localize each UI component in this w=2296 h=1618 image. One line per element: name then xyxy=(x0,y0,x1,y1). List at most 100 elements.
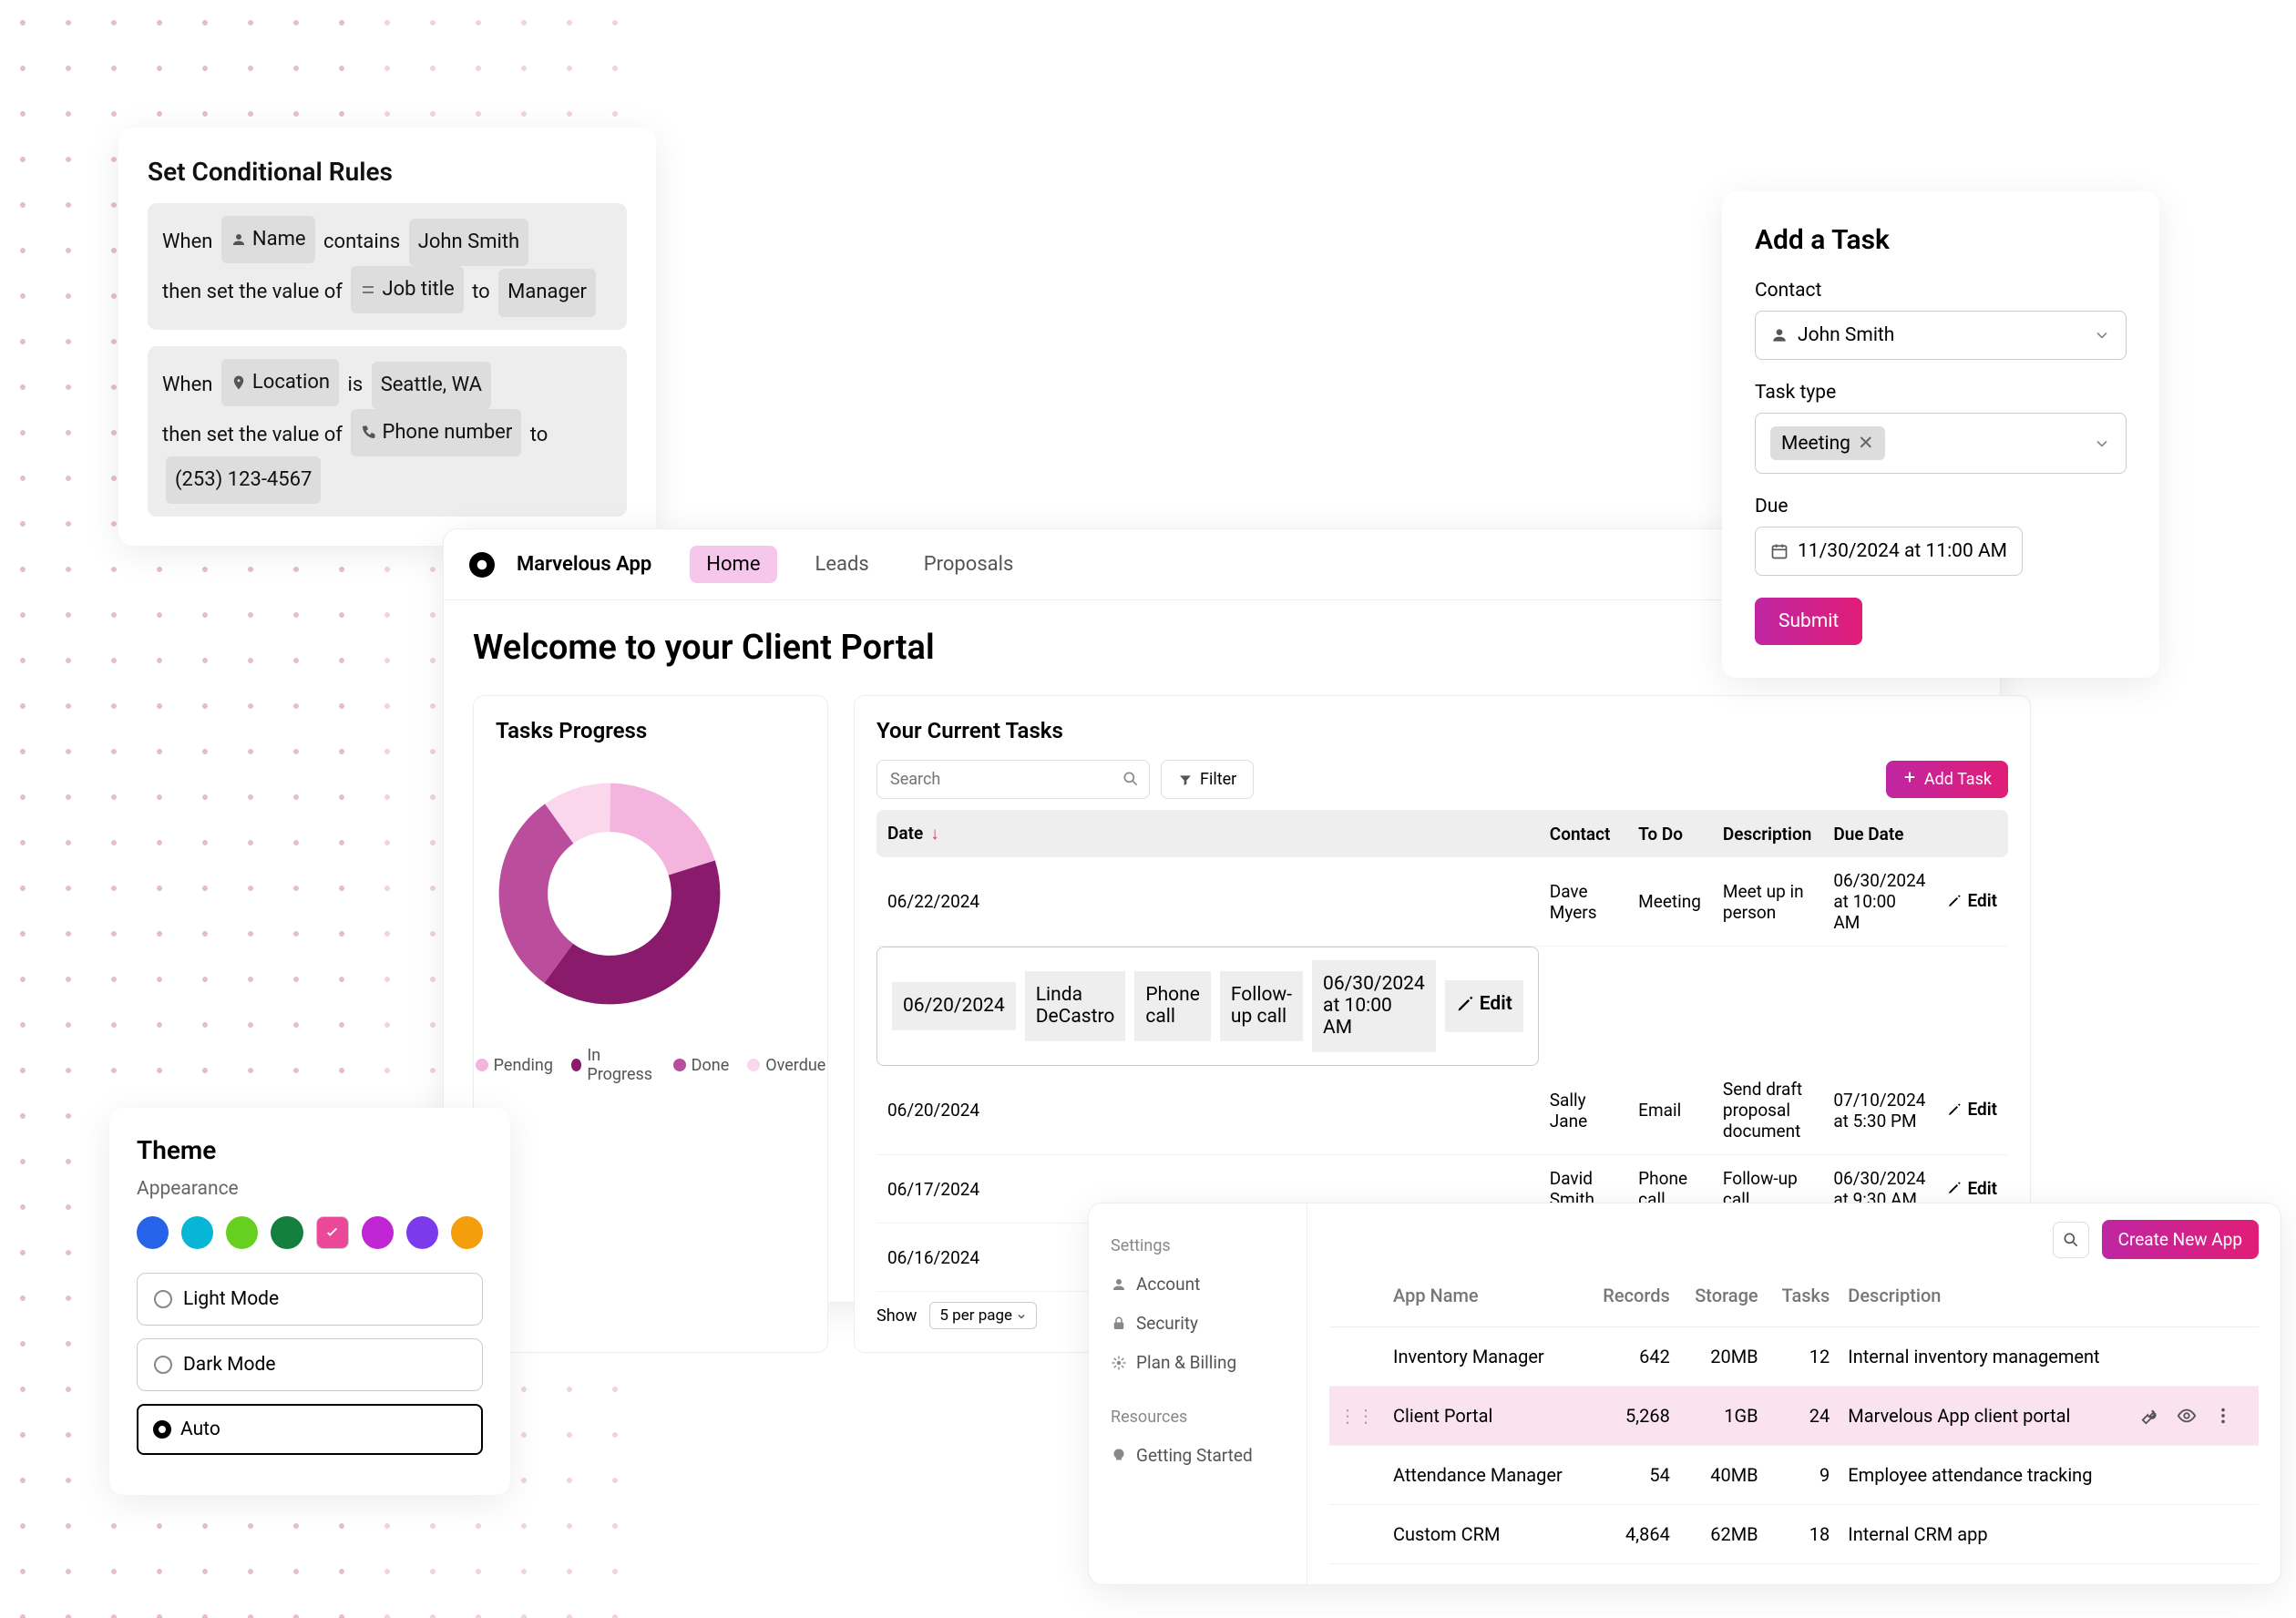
add-task-card: Add a Task Contact John Smith Task type … xyxy=(1722,191,2159,678)
col-date[interactable]: Date↓ xyxy=(876,810,1539,857)
filter-icon xyxy=(1178,773,1193,787)
table-row[interactable]: Attendance Manager5440MB9Employee attend… xyxy=(1329,1446,2259,1505)
color-swatch[interactable] xyxy=(226,1216,258,1249)
tab-home[interactable]: Home xyxy=(690,546,776,583)
sidebar-account[interactable]: Account xyxy=(1111,1265,1285,1304)
col-due[interactable]: Due Date xyxy=(1822,810,1936,857)
color-swatch[interactable] xyxy=(137,1216,169,1249)
bulb-icon xyxy=(1111,1448,1127,1464)
search-input[interactable] xyxy=(876,760,1150,799)
edit-button[interactable]: Edit xyxy=(1947,1099,1997,1120)
mode-option[interactable]: Dark Mode xyxy=(137,1338,483,1391)
col-appname[interactable]: App Name xyxy=(1384,1265,1587,1327)
col-desc[interactable]: Description xyxy=(1839,1265,2131,1327)
progress-panel: Tasks Progress Pending In Progress Done … xyxy=(473,695,828,1353)
appearance-label: Appearance xyxy=(137,1178,483,1200)
color-swatch[interactable] xyxy=(362,1216,394,1249)
color-swatches xyxy=(137,1216,483,1249)
field-chip[interactable]: Job title xyxy=(351,266,463,313)
remove-tag-icon[interactable]: ✕ xyxy=(1858,432,1874,455)
settings-header: Settings xyxy=(1111,1236,1285,1255)
sidebar-billing[interactable]: Plan & Billing xyxy=(1111,1343,1285,1382)
sidebar-getting-started[interactable]: Getting Started xyxy=(1111,1436,1285,1475)
col-tasks[interactable]: Tasks xyxy=(1768,1265,1840,1327)
wrench-icon[interactable] xyxy=(2140,1406,2160,1426)
search-icon xyxy=(2062,1231,2080,1249)
create-app-button[interactable]: Create New App xyxy=(2102,1220,2259,1259)
pencil-icon xyxy=(1947,1181,1962,1195)
col-storage[interactable]: Storage xyxy=(1679,1265,1768,1327)
sort-desc-icon: ↓ xyxy=(930,823,939,844)
filter-button[interactable]: Filter xyxy=(1161,760,1254,799)
edit-button[interactable]: Edit xyxy=(1456,993,1512,1015)
rule-1: When Name contains John Smith then set t… xyxy=(148,203,627,330)
color-swatch[interactable] xyxy=(316,1216,349,1249)
grip-icon[interactable]: ⋮⋮ xyxy=(1338,1405,1375,1427)
apps-table: App Name Records Storage Tasks Descripti… xyxy=(1329,1265,2259,1564)
chevron-down-icon xyxy=(2093,435,2111,453)
col-desc[interactable]: Description xyxy=(1712,810,1822,857)
table-row[interactable]: Custom CRM4,86462MB18Internal CRM app xyxy=(1329,1505,2259,1564)
color-swatch[interactable] xyxy=(406,1216,438,1249)
col-records[interactable]: Records xyxy=(1587,1265,1679,1327)
add-task-button[interactable]: Add Task xyxy=(1886,761,2008,798)
gear-icon xyxy=(1111,1355,1127,1371)
table-row[interactable]: ⋮⋮Client Portal5,2681GB24Marvelous App c… xyxy=(1329,1387,2259,1446)
calendar-icon xyxy=(1770,542,1789,560)
pencil-icon xyxy=(1947,1102,1962,1117)
app-logo xyxy=(469,552,495,578)
table-row[interactable]: Inventory Manager64220MB12Internal inven… xyxy=(1329,1327,2259,1387)
person-icon xyxy=(231,231,247,248)
table-row[interactable]: 06/22/2024Dave MyersMeetingMeet up in pe… xyxy=(876,857,2008,947)
theme-title: Theme xyxy=(137,1135,483,1165)
plus-icon xyxy=(1902,770,1917,784)
brand: Marvelous App xyxy=(517,553,651,576)
eye-icon[interactable] xyxy=(2177,1406,2197,1426)
add-task-title: Add a Task xyxy=(1755,224,2127,256)
color-swatch[interactable] xyxy=(181,1216,213,1249)
resources-header: Resources xyxy=(1111,1408,1285,1427)
legend: Pending In Progress Done Overdue xyxy=(496,1046,805,1084)
type-select[interactable]: Meeting✕ xyxy=(1755,413,2127,474)
search-icon xyxy=(1122,770,1140,788)
col-contact[interactable]: Contact xyxy=(1539,810,1627,857)
table-row[interactable]: 06/20/2024Linda DeCastroPhone callFollow… xyxy=(876,947,1539,1066)
mode-option[interactable]: Light Mode xyxy=(137,1273,483,1326)
due-label: Due xyxy=(1755,496,2127,517)
conditional-title: Set Conditional Rules xyxy=(148,157,627,187)
field-chip[interactable]: Location xyxy=(221,359,339,406)
apps-card: Settings Account Security Plan & Billing… xyxy=(1088,1203,2281,1585)
sidebar-security[interactable]: Security xyxy=(1111,1304,1285,1343)
edit-button[interactable]: Edit xyxy=(1947,1178,1997,1199)
apps-sidebar: Settings Account Security Plan & Billing… xyxy=(1089,1203,1307,1584)
perpage-select[interactable]: 5 per page xyxy=(929,1302,1037,1329)
value-chip[interactable]: Manager xyxy=(498,269,596,316)
pencil-icon xyxy=(1947,894,1962,908)
field-chip[interactable]: Phone number xyxy=(351,409,521,456)
apps-search-button[interactable] xyxy=(2053,1222,2089,1258)
radio-icon xyxy=(154,1290,172,1308)
due-input[interactable]: 11/30/2024 at 11:00 AM xyxy=(1755,527,2023,576)
field-chip[interactable]: Name xyxy=(221,216,315,263)
submit-button[interactable]: Submit xyxy=(1755,598,1862,645)
phone-icon xyxy=(360,425,376,441)
contact-label: Contact xyxy=(1755,280,2127,302)
tab-proposals[interactable]: Proposals xyxy=(907,546,1030,583)
contact-select[interactable]: John Smith xyxy=(1755,311,2127,360)
mode-option[interactable]: Auto xyxy=(137,1404,483,1455)
radio-icon xyxy=(153,1420,171,1439)
more-icon[interactable] xyxy=(2213,1406,2233,1426)
value-chip[interactable]: (253) 123-4567 xyxy=(166,456,321,504)
rule-2: When Location is Seattle, WA then set th… xyxy=(148,346,627,517)
chevron-down-icon xyxy=(1016,1311,1027,1322)
value-chip[interactable]: John Smith xyxy=(409,219,528,266)
tab-leads[interactable]: Leads xyxy=(799,546,886,583)
color-swatch[interactable] xyxy=(271,1216,302,1249)
value-chip[interactable]: Seattle, WA xyxy=(372,362,491,409)
type-label: Task type xyxy=(1755,382,2127,404)
col-todo[interactable]: To Do xyxy=(1627,810,1712,857)
edit-button[interactable]: Edit xyxy=(1947,890,1997,911)
donut-chart xyxy=(496,780,723,1008)
color-swatch[interactable] xyxy=(451,1216,483,1249)
table-row[interactable]: 06/20/2024Sally JaneEmailSend draft prop… xyxy=(876,1066,2008,1155)
